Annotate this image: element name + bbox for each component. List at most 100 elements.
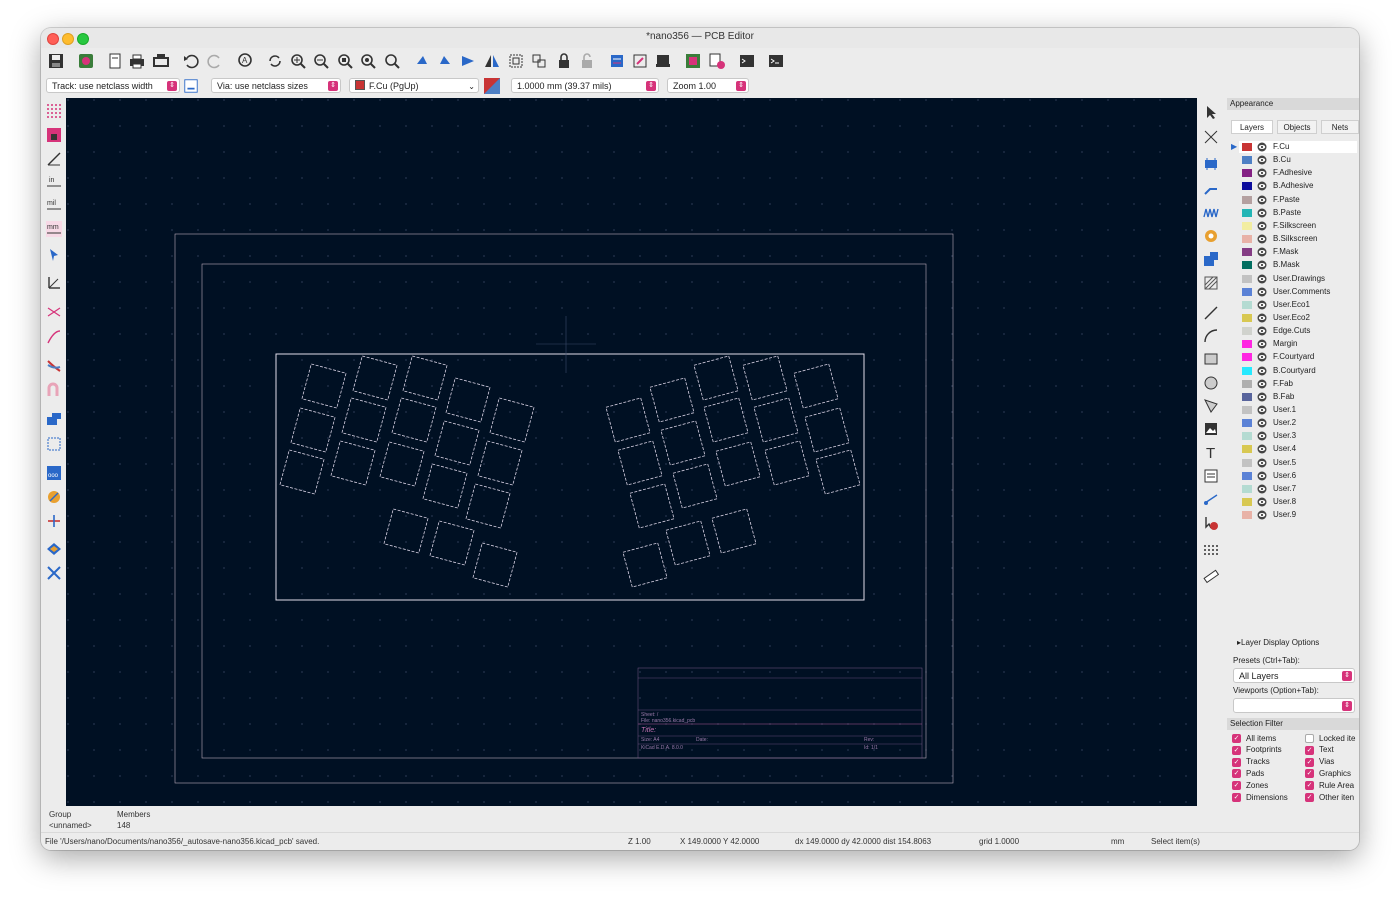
layer-row[interactable]: User.3 xyxy=(1239,430,1357,442)
layer-color-swatch[interactable] xyxy=(1242,392,1252,401)
cursor-crosshair-icon[interactable] xyxy=(45,246,62,263)
eye-icon[interactable] xyxy=(1257,405,1267,415)
zone-outline-icon[interactable] xyxy=(45,435,62,452)
mirror-icon[interactable] xyxy=(482,51,502,71)
eye-icon[interactable] xyxy=(1257,313,1267,323)
grid-toggle-icon[interactable] xyxy=(45,102,62,119)
eye-icon[interactable] xyxy=(1257,195,1267,205)
via-display-icon[interactable] xyxy=(45,488,62,505)
layer-manager-icon[interactable] xyxy=(45,540,62,557)
local-ratsnest-icon[interactable] xyxy=(1202,128,1220,146)
grid-overrides-icon[interactable] xyxy=(45,126,62,143)
layer-row[interactable]: User.4 xyxy=(1239,443,1357,455)
select-arrow-icon[interactable] xyxy=(1202,103,1220,121)
eye-icon[interactable] xyxy=(1257,366,1267,376)
page-settings-icon[interactable] xyxy=(105,51,125,71)
eye-icon[interactable] xyxy=(1257,234,1267,244)
layer-row[interactable]: B.Silkscreen xyxy=(1239,233,1357,245)
eye-icon[interactable] xyxy=(1257,484,1267,494)
draw-arc-icon[interactable] xyxy=(1202,327,1220,345)
net-colors-icon[interactable] xyxy=(45,356,62,373)
zoom-in-icon[interactable] xyxy=(288,51,308,71)
units-inches-icon[interactable]: in xyxy=(45,173,62,190)
eye-icon[interactable] xyxy=(1257,392,1267,402)
layer-color-swatch[interactable] xyxy=(1242,379,1252,388)
eye-icon[interactable] xyxy=(1257,142,1267,152)
layer-row[interactable]: User.1 xyxy=(1239,404,1357,416)
netlist-icon[interactable] xyxy=(607,51,627,71)
eye-icon[interactable] xyxy=(1257,247,1267,257)
track-width-lock-icon[interactable] xyxy=(183,77,199,94)
layer-pair-icon[interactable] xyxy=(483,77,501,95)
units-mm-icon[interactable]: mm xyxy=(45,220,62,237)
zoom-selection-icon[interactable] xyxy=(382,51,402,71)
filter-checkbox[interactable]: ✓ xyxy=(1232,734,1241,743)
layer-row[interactable]: Margin xyxy=(1239,338,1357,350)
draw-line-icon[interactable] xyxy=(1202,304,1220,322)
layer-color-swatch[interactable] xyxy=(1242,353,1252,362)
layer-color-swatch[interactable] xyxy=(1242,458,1252,467)
add-zone-icon[interactable] xyxy=(1202,250,1220,268)
layer-color-swatch[interactable] xyxy=(1242,261,1252,270)
filter-checkbox[interactable]: ✓ xyxy=(1305,793,1314,802)
eye-icon[interactable] xyxy=(1257,274,1267,284)
terminal-icon[interactable] xyxy=(766,51,786,71)
layer-color-swatch[interactable] xyxy=(1242,274,1252,283)
pcb-canvas[interactable]: Sheet: / File: nano356.kicad_pcb Title: … xyxy=(66,98,1197,806)
pcb-drawing[interactable]: Sheet: / File: nano356.kicad_pcb Title: … xyxy=(66,98,1197,806)
eye-icon[interactable] xyxy=(1257,458,1267,468)
layer-color-swatch[interactable] xyxy=(1242,498,1252,507)
eye-icon[interactable] xyxy=(1257,326,1267,336)
tab-objects[interactable]: Objects xyxy=(1277,120,1317,134)
save-icon[interactable] xyxy=(46,51,66,71)
print-icon[interactable] xyxy=(127,51,147,71)
layer-color-swatch[interactable] xyxy=(1242,366,1252,375)
filter-checkbox[interactable]: ✓ xyxy=(1232,769,1241,779)
layer-color-swatch[interactable] xyxy=(1242,313,1252,322)
layer-display-options-toggle[interactable]: ▸Layer Display Options xyxy=(1237,638,1319,647)
eye-icon[interactable] xyxy=(1257,181,1267,191)
flip-icon[interactable] xyxy=(458,51,478,71)
track-width-select[interactable]: Track: use netclass width ⇕ xyxy=(46,78,180,93)
graphic-outline-icon[interactable] xyxy=(45,512,62,529)
layer-row[interactable]: F.Courtyard xyxy=(1239,351,1357,363)
layer-color-swatch[interactable] xyxy=(1242,432,1252,441)
layer-row[interactable]: F.Silkscreen xyxy=(1239,220,1357,232)
pad-display-icon[interactable]: ooo xyxy=(45,464,62,481)
route-track-icon[interactable] xyxy=(1202,180,1220,198)
layer-color-swatch[interactable] xyxy=(1242,340,1252,349)
eye-icon[interactable] xyxy=(1257,352,1267,362)
scripting-console-icon[interactable] xyxy=(737,51,757,71)
add-textbox-icon[interactable] xyxy=(1202,467,1220,485)
draw-rectangle-icon[interactable] xyxy=(1202,350,1220,368)
layer-row[interactable]: F.Mask xyxy=(1239,246,1357,258)
layer-color-swatch[interactable] xyxy=(1242,182,1252,191)
layer-color-swatch[interactable] xyxy=(1242,156,1252,165)
layer-color-swatch[interactable] xyxy=(1242,248,1252,257)
layer-select[interactable]: F.Cu (PgUp) ⌄ xyxy=(349,78,479,93)
layer-color-swatch[interactable] xyxy=(1242,445,1252,454)
refresh-icon[interactable] xyxy=(265,51,285,71)
layer-row[interactable]: B.Courtyard xyxy=(1239,365,1357,377)
rotate-ccw-icon[interactable] xyxy=(412,51,432,71)
layer-color-swatch[interactable] xyxy=(1242,300,1252,309)
layer-color-swatch[interactable] xyxy=(1242,287,1252,296)
zone-fill-icon[interactable] xyxy=(45,410,62,427)
redo-icon[interactable] xyxy=(205,51,225,71)
layer-row[interactable]: User.Eco1 xyxy=(1239,299,1357,311)
add-image-icon[interactable] xyxy=(1202,420,1220,438)
layer-row[interactable]: User.9 xyxy=(1239,509,1357,521)
layer-row[interactable]: B.Cu xyxy=(1239,154,1357,166)
layer-color-swatch[interactable] xyxy=(1242,169,1252,178)
ungroup-icon[interactable] xyxy=(529,51,549,71)
viewports-select[interactable]: ⇕ xyxy=(1233,698,1355,713)
layer-color-swatch[interactable] xyxy=(1242,208,1252,217)
eye-icon[interactable] xyxy=(1257,379,1267,389)
track-outline-icon[interactable] xyxy=(45,381,62,398)
eye-icon[interactable] xyxy=(1257,221,1267,231)
filter-checkbox[interactable]: ✓ xyxy=(1232,793,1241,802)
filter-checkbox[interactable]: ✓ xyxy=(1232,757,1241,767)
ratsnest-icon[interactable] xyxy=(45,303,62,320)
zoom-fit-icon[interactable] xyxy=(335,51,355,71)
layer-row[interactable]: User.6 xyxy=(1239,470,1357,482)
